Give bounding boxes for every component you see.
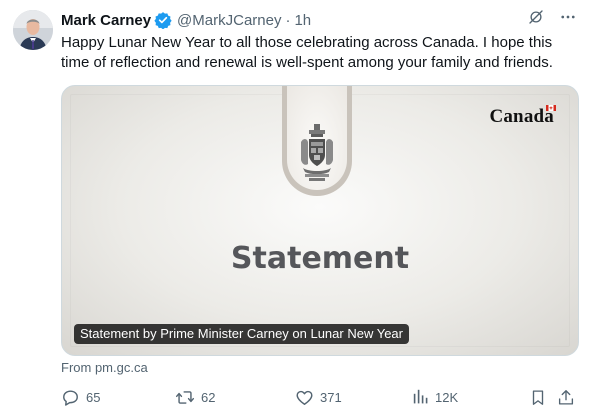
repost-button[interactable]: 62 bbox=[175, 388, 215, 407]
card-title: Statement bbox=[230, 241, 410, 276]
card-caption[interactable]: Statement by Prime Minister Carney on Lu… bbox=[74, 324, 409, 344]
share-icon bbox=[558, 390, 574, 405]
header-actions bbox=[527, 8, 577, 26]
like-count: 371 bbox=[320, 390, 342, 405]
card-source[interactable]: From pm.gc.ca bbox=[61, 360, 148, 375]
reply-icon bbox=[63, 390, 78, 406]
link-card[interactable]: Canada Statement Statement by Prime Mini… bbox=[61, 85, 579, 356]
bookmark-button[interactable] bbox=[529, 388, 547, 407]
grok-icon[interactable] bbox=[527, 8, 545, 26]
views-icon bbox=[413, 389, 428, 404]
like-button[interactable]: 371 bbox=[295, 388, 342, 407]
timestamp[interactable]: 1h bbox=[294, 12, 311, 29]
reply-count: 65 bbox=[86, 390, 101, 405]
avatar[interactable] bbox=[13, 10, 53, 50]
reply-button[interactable]: 65 bbox=[61, 388, 100, 407]
views-button[interactable]: 12K bbox=[413, 388, 458, 406]
canada-flag-icon bbox=[546, 105, 556, 111]
share-button[interactable] bbox=[557, 388, 575, 407]
tweet[interactable]: Mark Carney @MarkJCarney · 1h Happy Luna bbox=[0, 0, 589, 415]
repost-icon bbox=[175, 391, 195, 404]
separator: · bbox=[285, 11, 291, 29]
tweet-text: Happy Lunar New Year to all those celebr… bbox=[61, 34, 553, 71]
verified-badge-icon[interactable] bbox=[154, 11, 172, 30]
views-count: 12K bbox=[435, 389, 459, 405]
author-handle[interactable]: @MarkJCarney bbox=[177, 12, 281, 29]
tweet-header: Mark Carney @MarkJCarney · 1h bbox=[61, 10, 311, 30]
more-icon[interactable] bbox=[559, 8, 577, 26]
like-icon bbox=[296, 390, 313, 405]
author-name[interactable]: Mark Carney bbox=[61, 12, 151, 29]
coat-of-arms-icon bbox=[301, 124, 333, 181]
canada-wordmark: Canada bbox=[489, 106, 554, 127]
repost-count: 62 bbox=[201, 390, 216, 405]
action-bar: 65 62 371 12K bbox=[61, 388, 577, 408]
bookmark-icon bbox=[532, 390, 544, 405]
